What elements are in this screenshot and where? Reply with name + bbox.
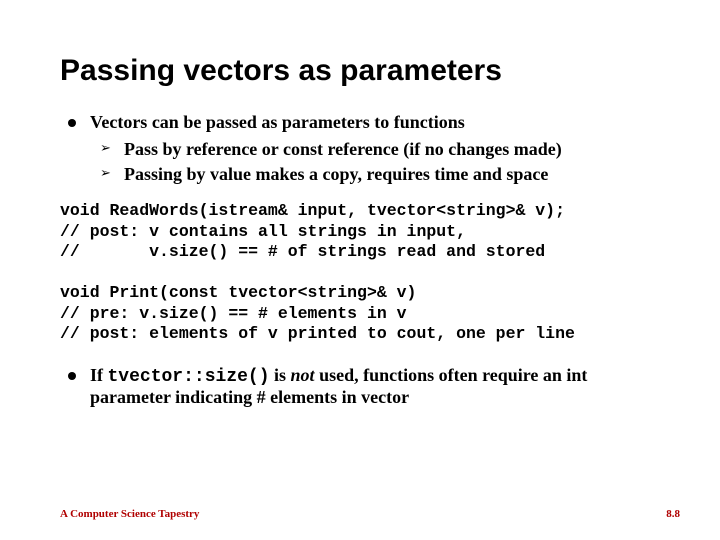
slide: Passing vectors as parameters Vectors ca… <box>0 0 720 540</box>
code-block-2: void Print(const tvector<string>& v) // … <box>60 283 660 345</box>
bullet-list-2: If tvector::size() is not used, function… <box>60 365 660 408</box>
sub-bullet-1: Pass by reference or const reference (if… <box>90 139 660 160</box>
sub-bullet-list: Pass by reference or const reference (if… <box>90 139 660 185</box>
footer-right: 8.8 <box>666 508 680 520</box>
sub-bullet-2: Passing by value makes a copy, requires … <box>90 164 660 185</box>
bullet-list-1: Vectors can be passed as parameters to f… <box>60 112 660 185</box>
bullet-2-mid: is <box>270 365 291 385</box>
slide-title: Passing vectors as parameters <box>60 54 660 88</box>
bullet-2: If tvector::size() is not used, function… <box>60 365 660 408</box>
bullet-2-not: not <box>291 365 315 385</box>
code-block-1: void ReadWords(istream& input, tvector<s… <box>60 201 660 263</box>
bullet-2-prefix: If <box>90 365 108 385</box>
bullet-1: Vectors can be passed as parameters to f… <box>60 112 660 185</box>
bullet-1-text: Vectors can be passed as parameters to f… <box>90 112 465 132</box>
inline-code: tvector::size() <box>108 367 270 387</box>
footer-left: A Computer Science Tapestry <box>60 508 199 520</box>
